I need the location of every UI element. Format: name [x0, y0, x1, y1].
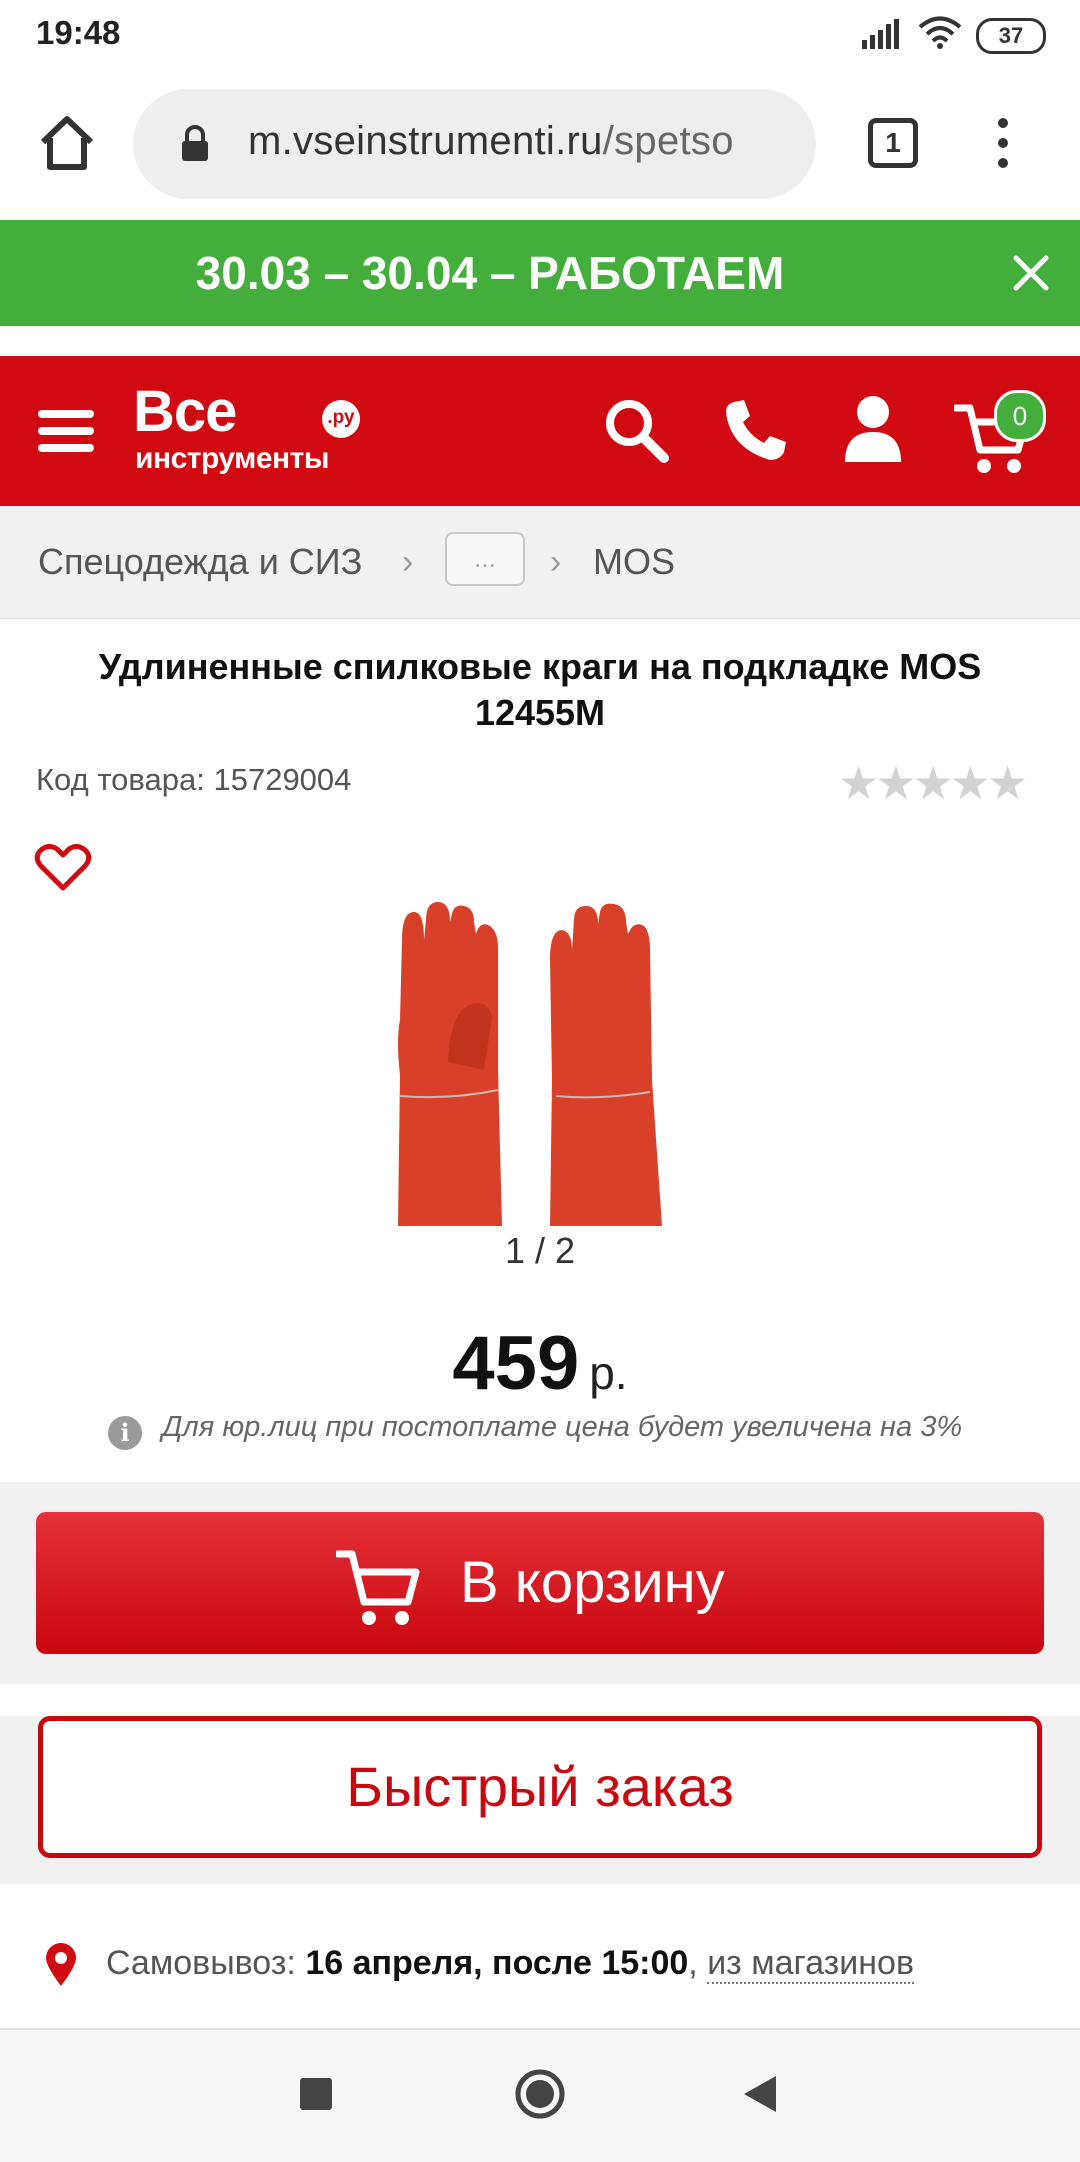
wifi-icon — [918, 16, 962, 49]
breadcrumb: Спецодежда и СИЗ › ... › MOS — [0, 506, 1080, 619]
lock-icon — [182, 125, 208, 161]
status-time: 19:48 — [36, 14, 121, 51]
home-icon[interactable] — [38, 114, 96, 172]
logo-text-sub: инструменты — [135, 442, 329, 475]
quick-order-label: Быстрый заказ — [346, 1755, 734, 1818]
pickup-separator: , — [688, 1944, 698, 1982]
close-icon[interactable] — [1012, 254, 1050, 292]
add-to-cart-button[interactable]: В корзину — [36, 1512, 1044, 1654]
status-bar: 19:48 37 — [0, 0, 1080, 70]
more-menu-icon[interactable] — [988, 116, 1018, 170]
logo-text-main: Все — [133, 379, 237, 444]
product-title: Удлиненные спилковые краги на подкладке … — [98, 646, 982, 733]
pickup-stores-link[interactable]: из магазинов — [707, 1944, 915, 1984]
logo-ru-badge: .ру — [322, 400, 360, 438]
product-image[interactable] — [380, 900, 710, 1230]
home-nav-icon[interactable] — [514, 2068, 566, 2120]
product-sku: Код товара: 15729004 — [36, 762, 352, 797]
signal-icon — [862, 19, 899, 49]
chevron-right-icon: › — [550, 543, 562, 581]
chevron-right-icon: › — [402, 543, 414, 581]
promo-text: 30.03 – 30.04 – РАБОТАЕМ — [195, 247, 785, 299]
price-currency: р. — [589, 1347, 628, 1399]
account-icon[interactable] — [842, 392, 904, 464]
pickup-label: Самовывоз: — [106, 1944, 296, 1982]
phone-icon[interactable] — [722, 396, 790, 464]
breadcrumb-item-brand[interactable]: MOS — [593, 506, 675, 618]
url-text: m.vseinstrumenti.ru/spetso — [248, 119, 734, 164]
site-logo[interactable]: Все инструменты .ру — [130, 356, 370, 506]
quick-order-button[interactable]: Быстрый заказ — [38, 1716, 1042, 1858]
image-counter: 1 / 2 — [504, 1230, 576, 1271]
promo-banner: 30.03 – 30.04 – РАБОТАЕМ — [0, 220, 1080, 326]
url-host: m.vseinstrumenti.ru — [248, 119, 603, 163]
add-to-cart-label: В корзину — [460, 1550, 725, 1615]
breadcrumb-more[interactable]: ... — [445, 532, 525, 586]
battery-icon: 37 — [976, 18, 1046, 54]
info-icon[interactable]: i — [108, 1416, 142, 1450]
url-path: /spetso — [602, 119, 734, 163]
pickup-info: Самовывоз: 16 апреля, после 15:00, из ма… — [106, 1944, 915, 1984]
price-note: Для юр.лиц при постоплате цена будет уве… — [162, 1411, 963, 1443]
breadcrumb-item-workwear[interactable]: Спецодежда и СИЗ — [38, 506, 362, 618]
back-icon[interactable] — [740, 2074, 780, 2114]
address-bar[interactable]: m.vseinstrumenti.ru/spetso — [133, 89, 816, 199]
search-icon[interactable] — [602, 396, 670, 464]
location-pin-icon — [46, 1943, 76, 1986]
heart-icon[interactable] — [34, 842, 92, 894]
menu-icon[interactable] — [36, 406, 96, 456]
cart-icon — [336, 1550, 420, 1625]
site-header: Все инструменты .ру 0 — [0, 356, 1080, 506]
cart-count-badge: 0 — [994, 390, 1046, 442]
price-block: 459 р. — [0, 1320, 1080, 1407]
tabs-button[interactable]: 1 — [868, 118, 918, 168]
browser-toolbar: m.vseinstrumenti.ru/spetso 1 — [0, 70, 1080, 220]
pickup-date: 16 апреля, после 15:00 — [305, 1944, 689, 1982]
price-value: 459 — [452, 1321, 580, 1406]
system-nav-bar — [0, 2028, 1080, 2162]
recents-icon[interactable] — [300, 2078, 332, 2110]
rating-stars[interactable]: ★★★★★ — [838, 756, 1028, 810]
